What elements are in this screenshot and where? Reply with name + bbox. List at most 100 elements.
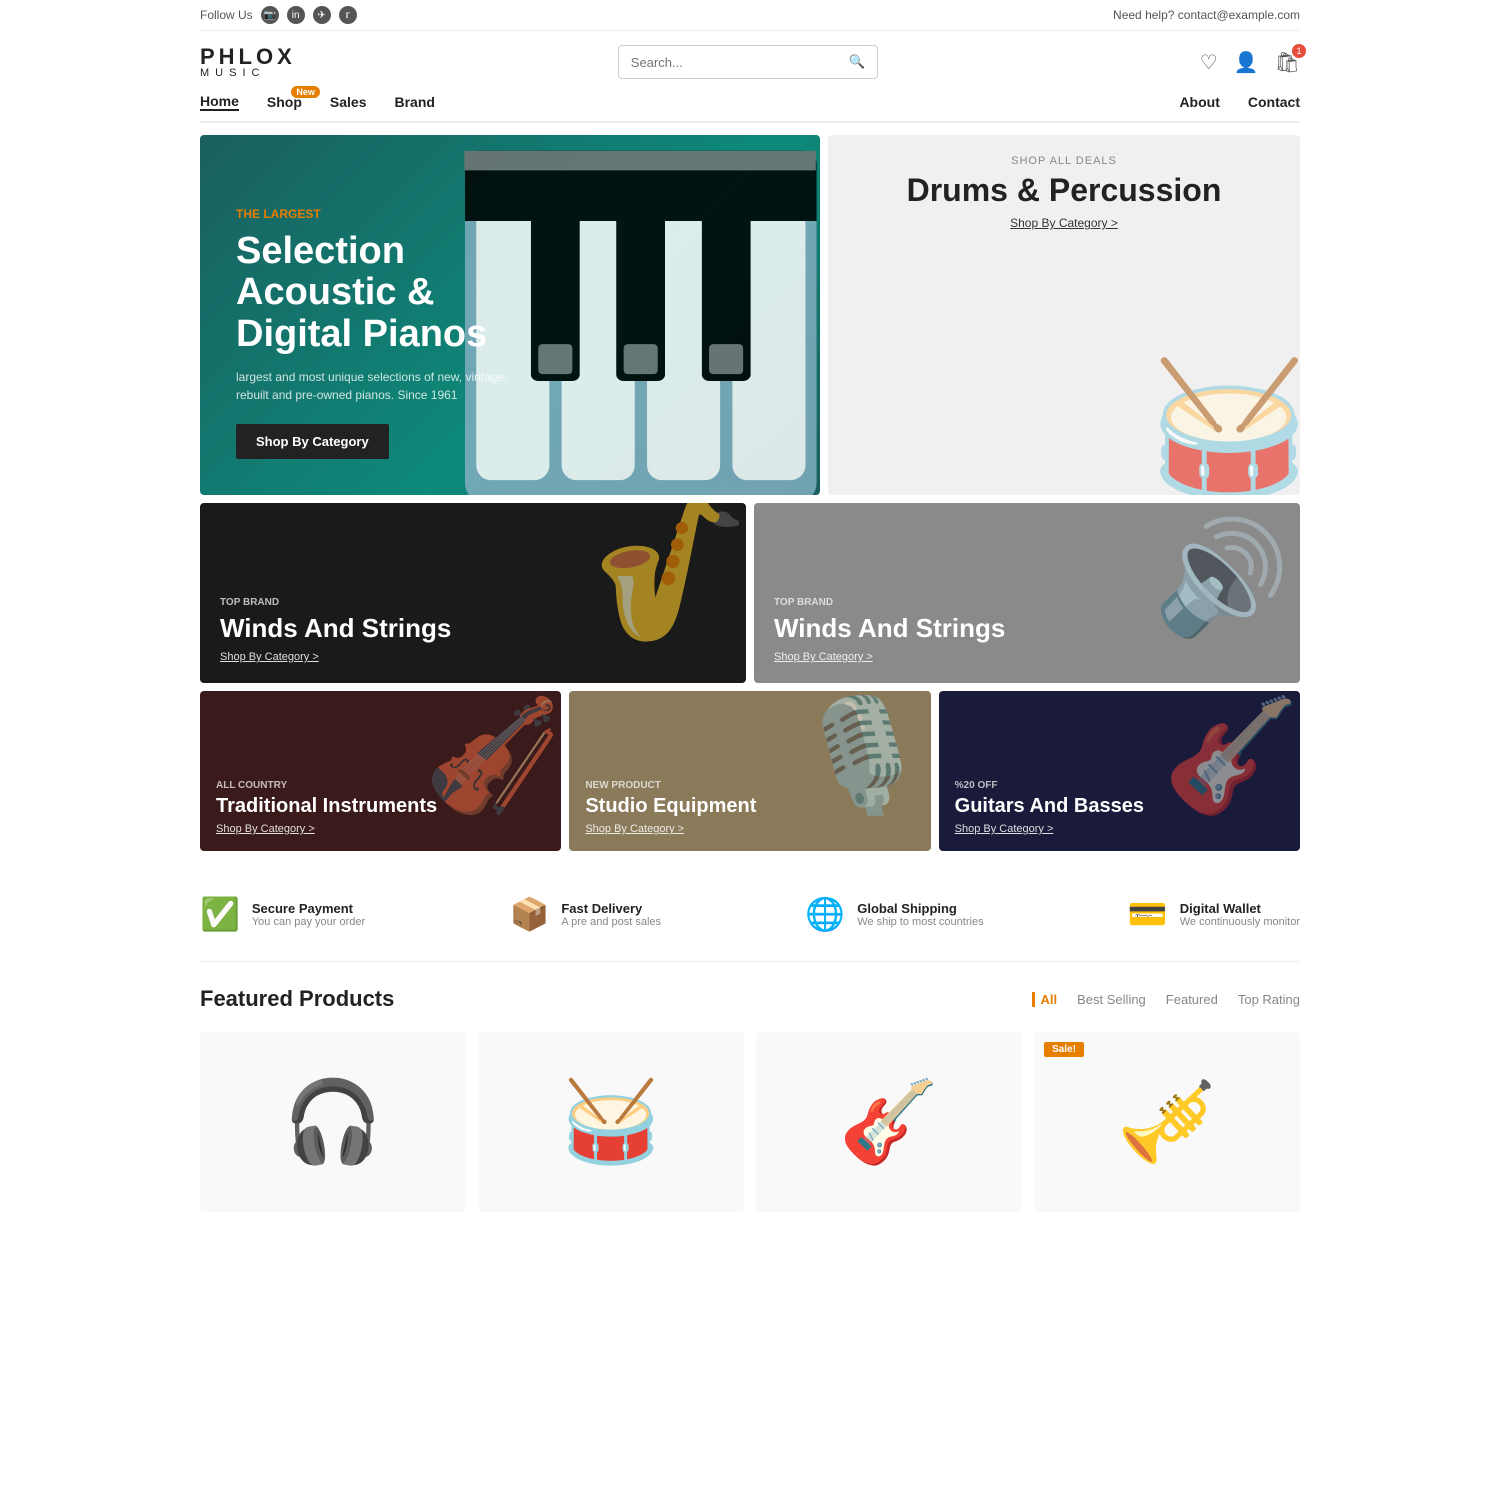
instagram-icon[interactable]: 📷 xyxy=(261,6,279,24)
tab-best-selling[interactable]: Best Selling xyxy=(1077,992,1146,1007)
topbar-left: Follow Us 📷 in ✈ 𝕣 xyxy=(200,6,357,24)
traditional-banner: ALL COUNTRY Traditional Instruments Shop… xyxy=(200,691,561,851)
feature-secure-payment: ✅ Secure Payment You can pay your order xyxy=(200,895,365,933)
nav-about[interactable]: About xyxy=(1179,94,1219,110)
global-shipping-title: Global Shipping xyxy=(857,901,983,916)
fast-delivery-icon: 📦 xyxy=(510,895,550,933)
digital-wallet-title: Digital Wallet xyxy=(1180,901,1300,916)
drums-title: Drums & Percussion xyxy=(848,173,1280,208)
fast-delivery-text: Fast Delivery A pre and post sales xyxy=(561,901,661,928)
guitars-banner: %20 OFF Guitars And Basses Shop By Categ… xyxy=(939,691,1300,851)
hero-side: SHOP ALL DEALS Drums & Percussion Shop B… xyxy=(828,135,1300,495)
guitars-link[interactable]: Shop By Category > xyxy=(955,823,1284,835)
topbar: Follow Us 📷 in ✈ 𝕣 Need help? contact@ex… xyxy=(200,0,1300,31)
secure-payment-desc: You can pay your order xyxy=(252,916,365,928)
secure-payment-title: Secure Payment xyxy=(252,901,365,916)
hero-section: THE LARGEST Selection Acoustic & Digital… xyxy=(200,135,1300,495)
studio-banner: NEW PRODUCT Studio Equipment Shop By Cat… xyxy=(569,691,930,851)
featured-tabs: All Best Selling Featured Top Rating xyxy=(1032,992,1300,1007)
linkedin-icon[interactable]: in xyxy=(287,6,305,24)
sale-badge: Sale! xyxy=(1044,1042,1084,1057)
search-button[interactable]: 🔍 xyxy=(839,46,876,78)
studio-link[interactable]: Shop By Category > xyxy=(585,823,914,835)
account-icon[interactable]: 👤 xyxy=(1234,50,1259,75)
tab-top-rating[interactable]: Top Rating xyxy=(1238,992,1300,1007)
secure-payment-icon: ✅ xyxy=(200,895,240,933)
product-grid: 🎧 🥁 🎸 Sale! 🎺 xyxy=(200,1032,1300,1212)
banners-row-3: ALL COUNTRY Traditional Instruments Shop… xyxy=(200,691,1300,851)
hero-title: Selection Acoustic & Digital Pianos xyxy=(236,231,536,356)
nav-left: Home Shop New Sales Brand xyxy=(200,93,435,111)
violin-icon: 🎻 xyxy=(424,691,561,820)
global-shipping-desc: We ship to most countries xyxy=(857,916,983,928)
search-bar[interactable]: 🔍 xyxy=(618,45,878,79)
traditional-link[interactable]: Shop By Category > xyxy=(216,823,545,835)
nav-shop-badge: New xyxy=(291,86,320,98)
drums-banner: SHOP ALL DEALS Drums & Percussion Shop B… xyxy=(828,135,1300,495)
header-icons: ♡ 👤 🛍 1 xyxy=(1200,50,1300,75)
featured-header: Featured Products All Best Selling Featu… xyxy=(200,986,1300,1012)
banners-row-2: TOP BRAND Winds And Strings Shop By Cate… xyxy=(200,503,1300,683)
features-section: ✅ Secure Payment You can pay your order … xyxy=(200,867,1300,962)
microphone-icon: 🎙️ xyxy=(794,691,931,820)
winds-dark-banner: TOP BRAND Winds And Strings Shop By Cate… xyxy=(200,503,746,683)
feature-global-shipping: 🌐 Global Shipping We ship to most countr… xyxy=(805,895,983,933)
nav-right: About Contact xyxy=(1179,94,1300,110)
feature-digital-wallet: 💳 Digital Wallet We continuously monitor xyxy=(1128,895,1300,933)
featured-section: Featured Products All Best Selling Featu… xyxy=(200,962,1300,1236)
logo[interactable]: PHLOX MUSIC xyxy=(200,46,296,79)
saxophone-icon: 🎷 xyxy=(582,503,746,659)
cart-badge: 1 xyxy=(1292,44,1306,58)
hero-main-banner: THE LARGEST Selection Acoustic & Digital… xyxy=(200,135,820,495)
nav-sales[interactable]: Sales xyxy=(330,94,367,110)
nav-home[interactable]: Home xyxy=(200,93,239,111)
product-card-1[interactable]: 🎧 xyxy=(200,1032,466,1212)
navigation: Home Shop New Sales Brand About Contact xyxy=(200,93,1300,123)
featured-title: Featured Products xyxy=(200,986,394,1012)
product-4-image: 🎺 xyxy=(1117,1075,1217,1169)
header: PHLOX MUSIC 🔍 ♡ 👤 🛍 1 xyxy=(200,31,1300,93)
digital-wallet-desc: We continuously monitor xyxy=(1180,916,1300,928)
feature-fast-delivery: 📦 Fast Delivery A pre and post sales xyxy=(510,895,662,933)
global-shipping-icon: 🌐 xyxy=(805,895,845,933)
logo-top: PHLOX xyxy=(200,46,296,68)
tab-featured[interactable]: Featured xyxy=(1166,992,1218,1007)
global-shipping-text: Global Shipping We ship to most countrie… xyxy=(857,901,983,928)
fast-delivery-desc: A pre and post sales xyxy=(561,916,661,928)
follow-us-label: Follow Us xyxy=(200,8,253,22)
winds-gray-link[interactable]: Shop By Category > xyxy=(774,651,1280,663)
digital-wallet-text: Digital Wallet We continuously monitor xyxy=(1180,901,1300,928)
secure-payment-text: Secure Payment You can pay your order xyxy=(252,901,365,928)
tab-all[interactable]: All xyxy=(1032,992,1058,1007)
digital-wallet-icon: 💳 xyxy=(1128,895,1168,933)
product-3-image: 🎸 xyxy=(839,1075,939,1169)
hero-desc: largest and most unique selections of ne… xyxy=(236,368,536,404)
product-card-2[interactable]: 🥁 xyxy=(478,1032,744,1212)
logo-bottom: MUSIC xyxy=(200,68,296,79)
nav-contact[interactable]: Contact xyxy=(1248,94,1300,110)
product-2-image: 🥁 xyxy=(561,1075,661,1169)
drums-label: SHOP ALL DEALS xyxy=(848,155,1280,167)
winds-dark-link[interactable]: Shop By Category > xyxy=(220,651,726,663)
cart-icon[interactable]: 🛍 1 xyxy=(1275,50,1300,75)
hero-content: THE LARGEST Selection Acoustic & Digital… xyxy=(236,207,536,459)
fast-delivery-title: Fast Delivery xyxy=(561,901,661,916)
speaker-icon: 🔊 xyxy=(1153,513,1290,642)
help-text: Need help? contact@example.com xyxy=(1113,8,1300,22)
wishlist-icon[interactable]: ♡ xyxy=(1200,50,1218,75)
product-card-4[interactable]: Sale! 🎺 xyxy=(1034,1032,1300,1212)
nav-brand[interactable]: Brand xyxy=(395,94,435,110)
twitter-icon[interactable]: 𝕣 xyxy=(339,6,357,24)
drums-shop-link[interactable]: Shop By Category > xyxy=(848,216,1280,230)
hero-tag: THE LARGEST xyxy=(236,207,536,221)
product-card-3[interactable]: 🎸 xyxy=(756,1032,1022,1212)
product-1-image: 🎧 xyxy=(283,1075,383,1169)
hero-cta-button[interactable]: Shop By Category xyxy=(236,424,389,459)
drums-icon: 🥁 xyxy=(1148,352,1300,495)
guitar-icon: 🎸 xyxy=(1163,691,1300,820)
winds-gray-banner: TOP BRAND Winds And Strings Shop By Cate… xyxy=(754,503,1300,683)
nav-shop[interactable]: Shop New xyxy=(267,94,302,110)
search-input[interactable] xyxy=(619,47,839,78)
topbar-right: Need help? contact@example.com xyxy=(1113,8,1300,22)
telegram-icon[interactable]: ✈ xyxy=(313,6,331,24)
